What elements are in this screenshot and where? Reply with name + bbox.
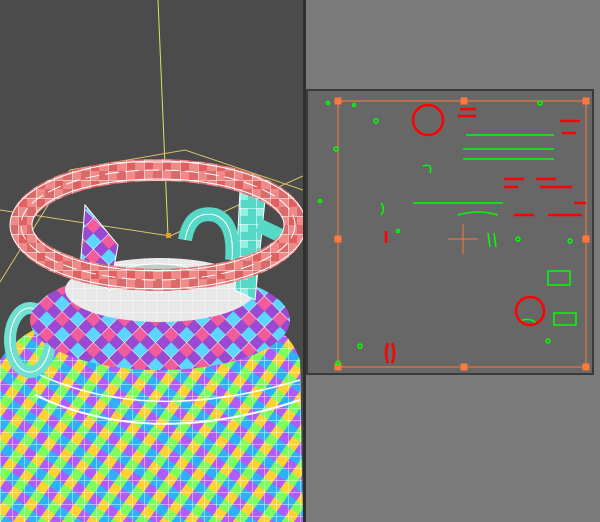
uv-canvas[interactable] — [308, 91, 592, 373]
uv-editor-panel — [306, 0, 600, 522]
viewport-canvas[interactable] — [0, 0, 303, 522]
app-window — [0, 0, 600, 522]
uv-islands[interactable] — [317, 100, 577, 366]
uv-edit-area[interactable] — [306, 89, 594, 375]
pivot-cross-icon[interactable] — [448, 224, 478, 254]
perspective-viewport[interactable] — [0, 0, 303, 522]
uv-selection-bounds[interactable] — [334, 97, 590, 371]
